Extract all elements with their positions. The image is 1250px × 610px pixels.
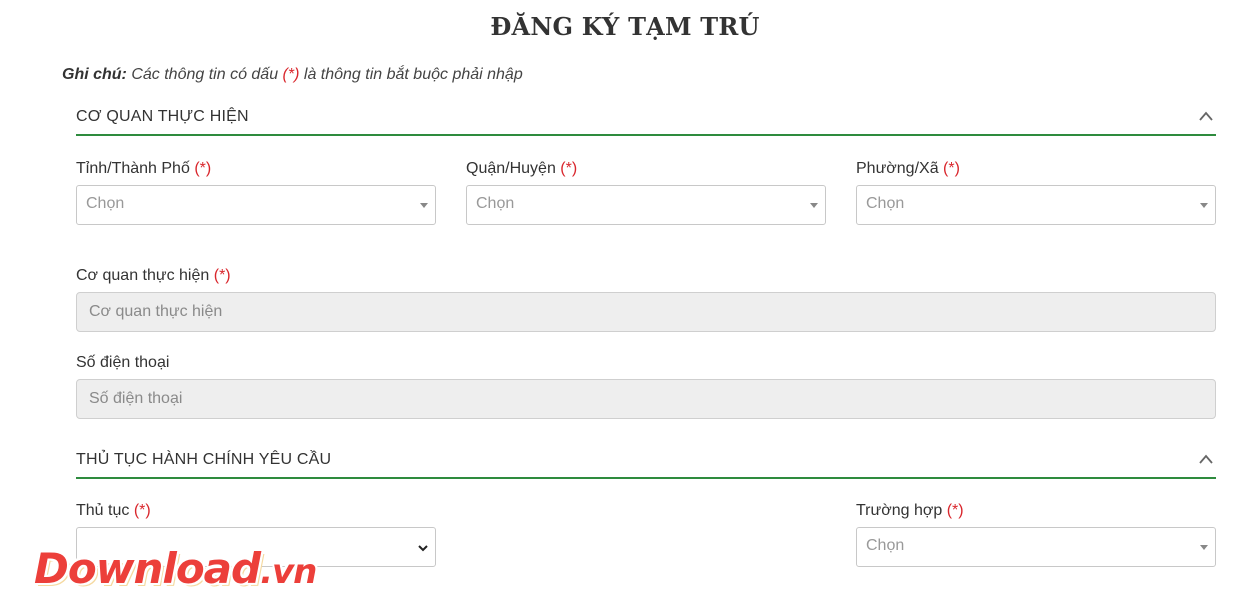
case-select-value: Chọn bbox=[866, 537, 905, 554]
ward-select[interactable]: Chọn bbox=[856, 185, 1216, 225]
agency-label-text: Cơ quan thực hiện bbox=[76, 267, 210, 284]
case-select[interactable]: Chọn bbox=[856, 527, 1216, 567]
section-header-agency[interactable]: CƠ QUAN THỰC HIỆN bbox=[76, 108, 1216, 136]
phone-input[interactable] bbox=[76, 379, 1216, 419]
district-label-text: Quận/Huyện bbox=[466, 160, 556, 177]
required-marker: (*) bbox=[213, 267, 231, 284]
province-select[interactable]: Chọn bbox=[76, 185, 436, 225]
ward-label-text: Phường/Xã bbox=[856, 160, 939, 177]
province-label-text: Tỉnh/Thành Phố bbox=[76, 160, 190, 177]
province-select-value: Chọn bbox=[86, 195, 125, 212]
section-header-procedure[interactable]: THỦ TỤC HÀNH CHÍNH YÊU CẦU bbox=[76, 451, 1216, 479]
note-text-after: là thông tin bắt buộc phải nhập bbox=[299, 66, 523, 83]
phone-label-text: Số điện thoại bbox=[76, 354, 170, 371]
caret-down-icon bbox=[810, 203, 818, 208]
note-required-marker: (*) bbox=[282, 66, 300, 83]
case-label-text: Trường hợp bbox=[856, 502, 943, 519]
required-note: Ghi chú: Các thông tin có dấu (*) là thô… bbox=[62, 66, 523, 84]
agency-label: Cơ quan thực hiện (*) bbox=[76, 267, 231, 285]
watermark-ext: .vn bbox=[260, 552, 317, 592]
chevron-up-icon[interactable] bbox=[1198, 110, 1214, 122]
caret-down-icon bbox=[1200, 545, 1208, 550]
district-select-value: Chọn bbox=[476, 195, 515, 212]
case-label: Trường hợp (*) bbox=[856, 502, 964, 520]
chevron-up-icon[interactable] bbox=[1198, 453, 1214, 465]
section-title-procedure: THỦ TỤC HÀNH CHÍNH YÊU CẦU bbox=[76, 451, 332, 468]
required-marker: (*) bbox=[943, 160, 960, 177]
province-label: Tỉnh/Thành Phố (*) bbox=[76, 160, 211, 178]
chevron-down-icon bbox=[418, 545, 428, 552]
ward-label: Phường/Xã (*) bbox=[856, 160, 960, 178]
note-label: Ghi chú: bbox=[62, 66, 127, 83]
required-marker: (*) bbox=[133, 502, 151, 519]
agency-input[interactable] bbox=[76, 292, 1216, 332]
district-select[interactable]: Chọn bbox=[466, 185, 826, 225]
page-title: ĐĂNG KÝ TẠM TRÚ bbox=[490, 12, 760, 41]
required-marker: (*) bbox=[946, 502, 964, 519]
caret-down-icon bbox=[1200, 203, 1208, 208]
caret-down-icon bbox=[420, 203, 428, 208]
note-text-before: Các thông tin có dấu bbox=[126, 66, 283, 83]
procedure-label: Thủ tục (*) bbox=[76, 502, 151, 520]
ward-select-value: Chọn bbox=[866, 195, 905, 212]
district-label: Quận/Huyện (*) bbox=[466, 160, 577, 178]
watermark-logo: Download.vn bbox=[34, 544, 317, 597]
watermark-main: Download bbox=[34, 544, 261, 593]
phone-label: Số điện thoại bbox=[76, 354, 169, 372]
required-marker: (*) bbox=[194, 160, 212, 177]
procedure-label-text: Thủ tục bbox=[76, 502, 130, 519]
required-marker: (*) bbox=[560, 160, 578, 177]
section-title-agency: CƠ QUAN THỰC HIỆN bbox=[76, 108, 249, 125]
